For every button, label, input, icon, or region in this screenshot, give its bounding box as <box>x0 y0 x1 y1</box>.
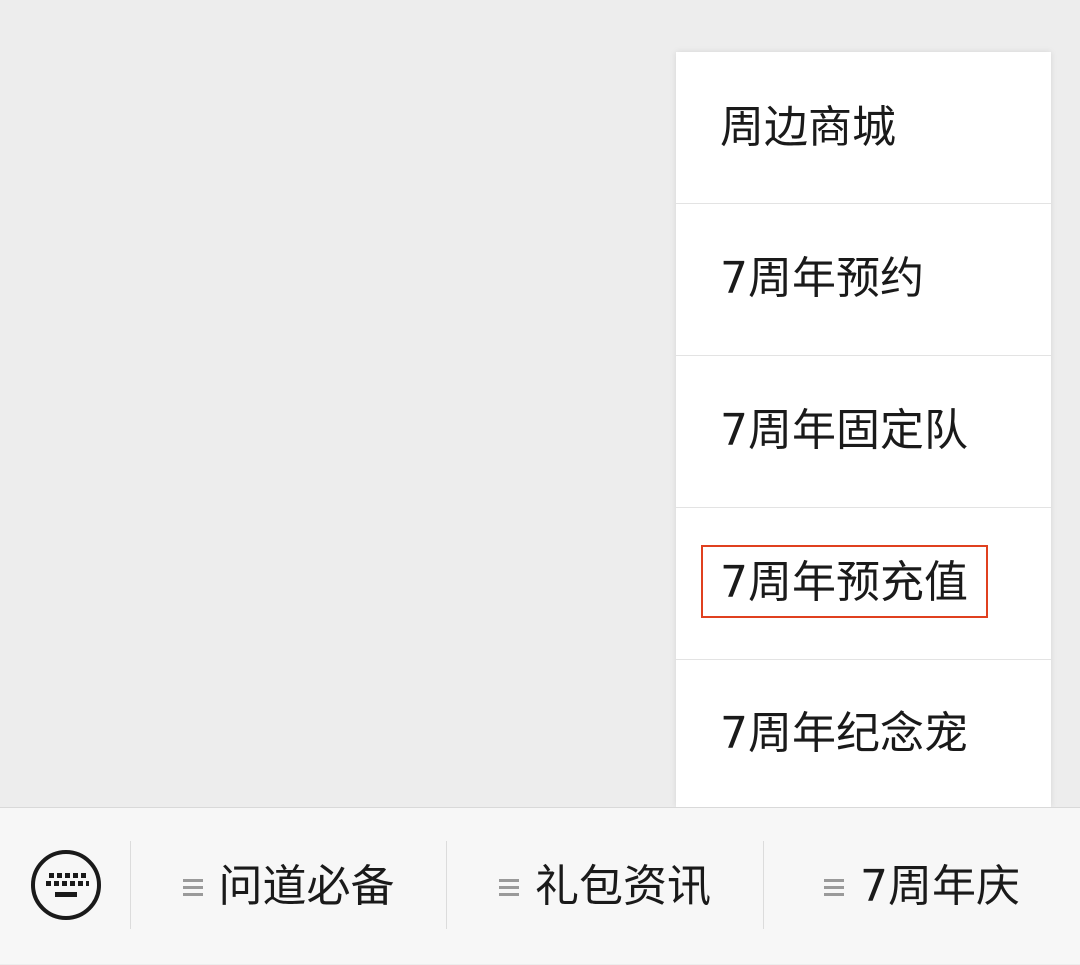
menu-item-prepay[interactable]: 7周年预充值 <box>676 507 1051 658</box>
menu-lines-icon <box>824 878 844 896</box>
menu-item-label: 7周年预约 <box>720 253 924 304</box>
keyboard-icon <box>31 850 101 920</box>
keyboard-toggle-button[interactable] <box>30 849 102 921</box>
tab-label: 7周年庆 <box>860 860 1020 912</box>
menu-item-label: 7周年固定队 <box>720 405 968 456</box>
bottom-menu-bar: 问道必备 礼包资讯 7周年庆 <box>0 807 1080 964</box>
popup-submenu: 周边商城 7周年预约 7周年固定队 7周年预充值 7周年纪念宠 <box>676 52 1051 807</box>
menu-lines-icon <box>499 878 519 896</box>
tab-label: 问道必备 <box>218 860 395 912</box>
menu-item-label: 7周年预充值 <box>720 557 968 608</box>
menu-lines-icon <box>182 878 203 896</box>
tab-wendao-essentials[interactable]: 问道必备 <box>131 808 446 965</box>
tab-label: 礼包资讯 <box>535 860 711 912</box>
menu-item-reservation[interactable]: 7周年预约 <box>676 203 1051 354</box>
menu-item-pet[interactable]: 7周年纪念宠 <box>676 659 1051 807</box>
tab-gift-news[interactable]: 礼包资讯 <box>447 808 763 965</box>
menu-item-fixed-team[interactable]: 7周年固定队 <box>676 355 1051 506</box>
menu-item-label: 7周年纪念宠 <box>720 707 968 759</box>
menu-item-mall[interactable]: 周边商城 <box>676 52 1051 203</box>
menu-item-label: 周边商城 <box>720 101 896 153</box>
tab-7th-anniversary[interactable]: 7周年庆 <box>764 808 1080 965</box>
